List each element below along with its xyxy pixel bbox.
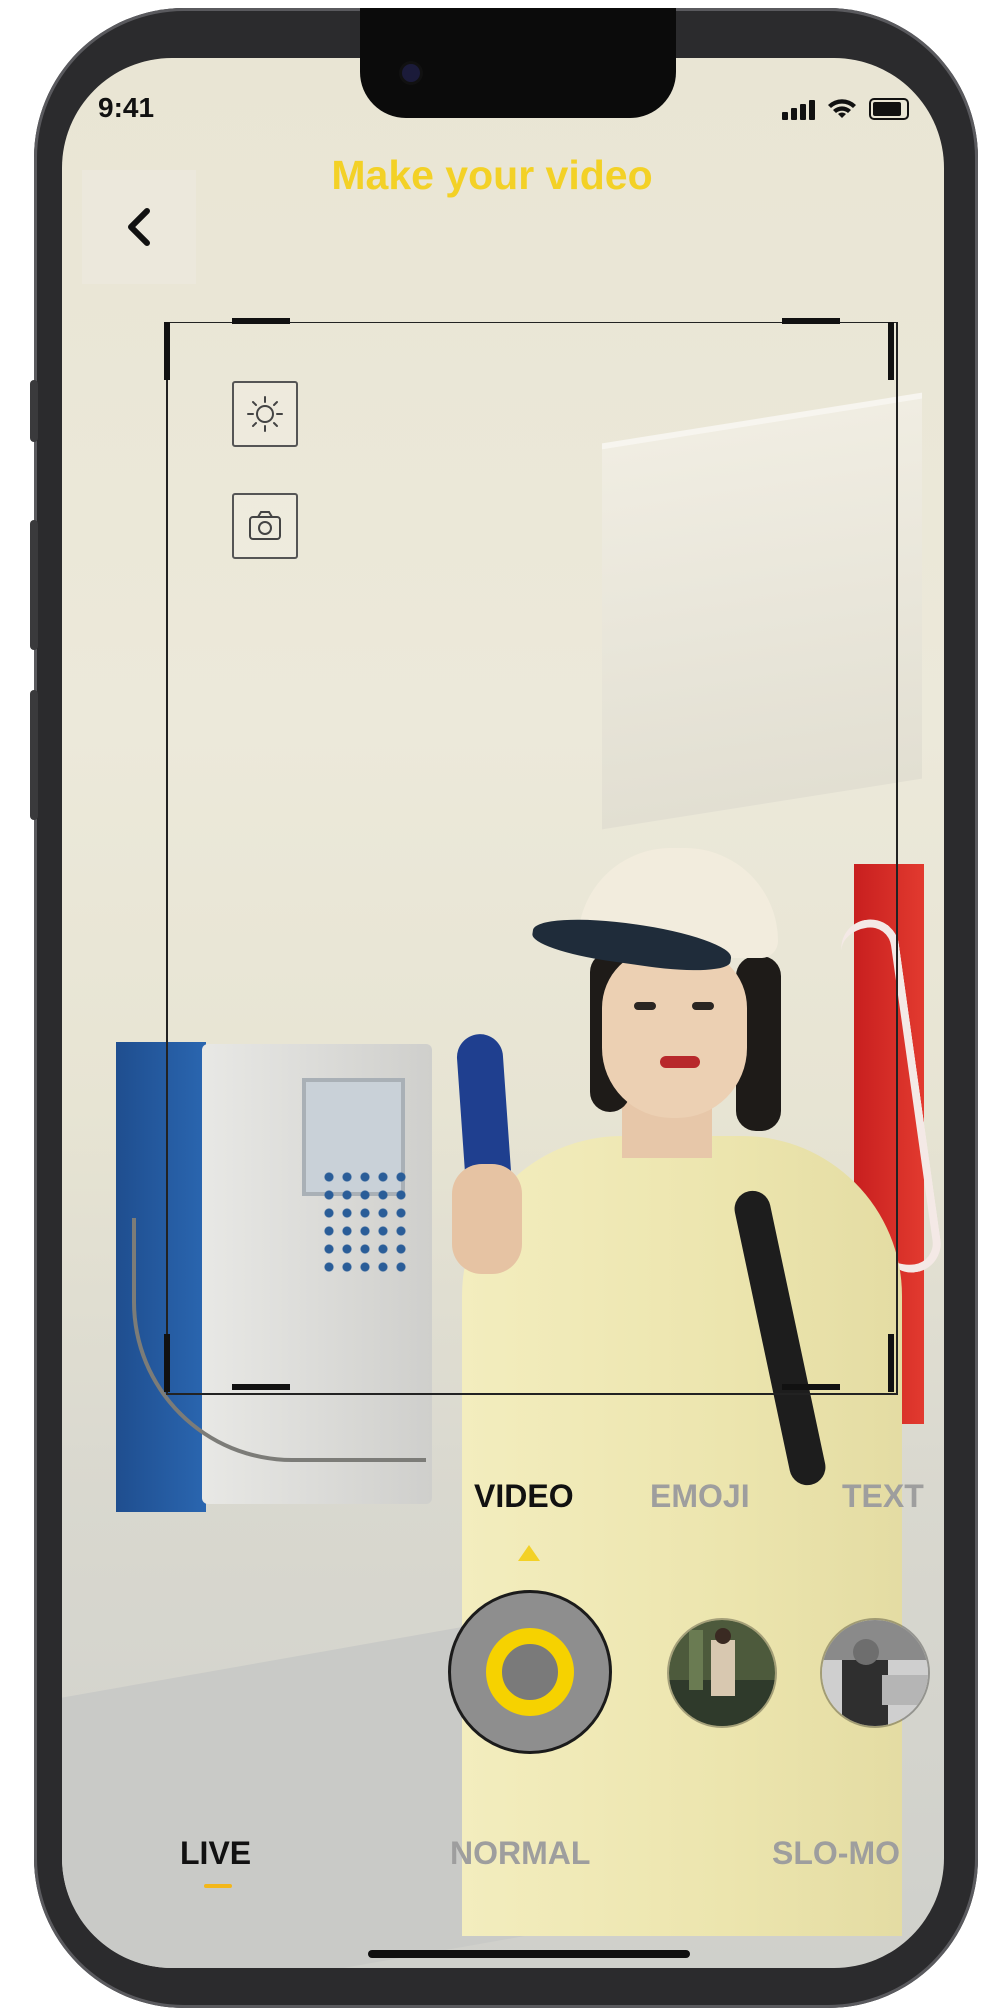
sun-icon bbox=[247, 396, 283, 432]
back-button[interactable] bbox=[82, 170, 196, 284]
home-indicator[interactable] bbox=[368, 1950, 690, 1958]
frame-corner-top-right bbox=[782, 318, 840, 324]
wifi-icon bbox=[827, 98, 857, 120]
phone-volume-up bbox=[30, 520, 38, 650]
frame-corner-bottom-right bbox=[782, 1384, 840, 1390]
selected-speed-indicator bbox=[204, 1884, 232, 1888]
front-camera bbox=[402, 64, 420, 82]
record-button[interactable] bbox=[448, 1590, 612, 1754]
record-ring bbox=[486, 1628, 574, 1716]
frame-corner-right-bottom bbox=[888, 1334, 894, 1392]
battery-icon bbox=[869, 98, 909, 120]
phone-mute-switch bbox=[30, 380, 38, 442]
selected-mode-indicator bbox=[518, 1545, 540, 1561]
mode-tab-video[interactable]: VIDEO bbox=[474, 1478, 574, 1515]
phone-notch bbox=[360, 8, 676, 118]
phone-volume-down bbox=[30, 690, 38, 820]
frame-corner-top-left bbox=[232, 318, 290, 324]
frame-corner-left-top bbox=[164, 322, 170, 380]
chevron-left-icon bbox=[128, 208, 150, 246]
frame-corner-right-top bbox=[888, 322, 894, 380]
speed-tab-normal[interactable]: NORMAL bbox=[450, 1835, 590, 1872]
framing-guide bbox=[166, 322, 898, 1395]
speed-tab-live[interactable]: LIVE bbox=[180, 1835, 251, 1872]
recent-clip-thumbnail-2[interactable] bbox=[820, 1618, 930, 1728]
status-time: 9:41 bbox=[98, 92, 155, 123]
status-icons bbox=[782, 98, 909, 120]
mode-tab-emoji[interactable]: EMOJI bbox=[650, 1478, 750, 1515]
brightness-button[interactable] bbox=[232, 381, 298, 447]
frame-corner-left-bottom bbox=[164, 1334, 170, 1392]
signal-icon bbox=[782, 100, 815, 120]
mode-tab-text[interactable]: TEXT bbox=[842, 1478, 924, 1515]
frame-corner-bottom-left bbox=[232, 1384, 290, 1390]
speed-tab-slo-mo[interactable]: SLO-MO bbox=[772, 1835, 900, 1872]
recent-clip-thumbnail-1[interactable] bbox=[667, 1618, 777, 1728]
camera-icon bbox=[249, 511, 281, 540]
camera-switch-button[interactable] bbox=[232, 493, 298, 559]
